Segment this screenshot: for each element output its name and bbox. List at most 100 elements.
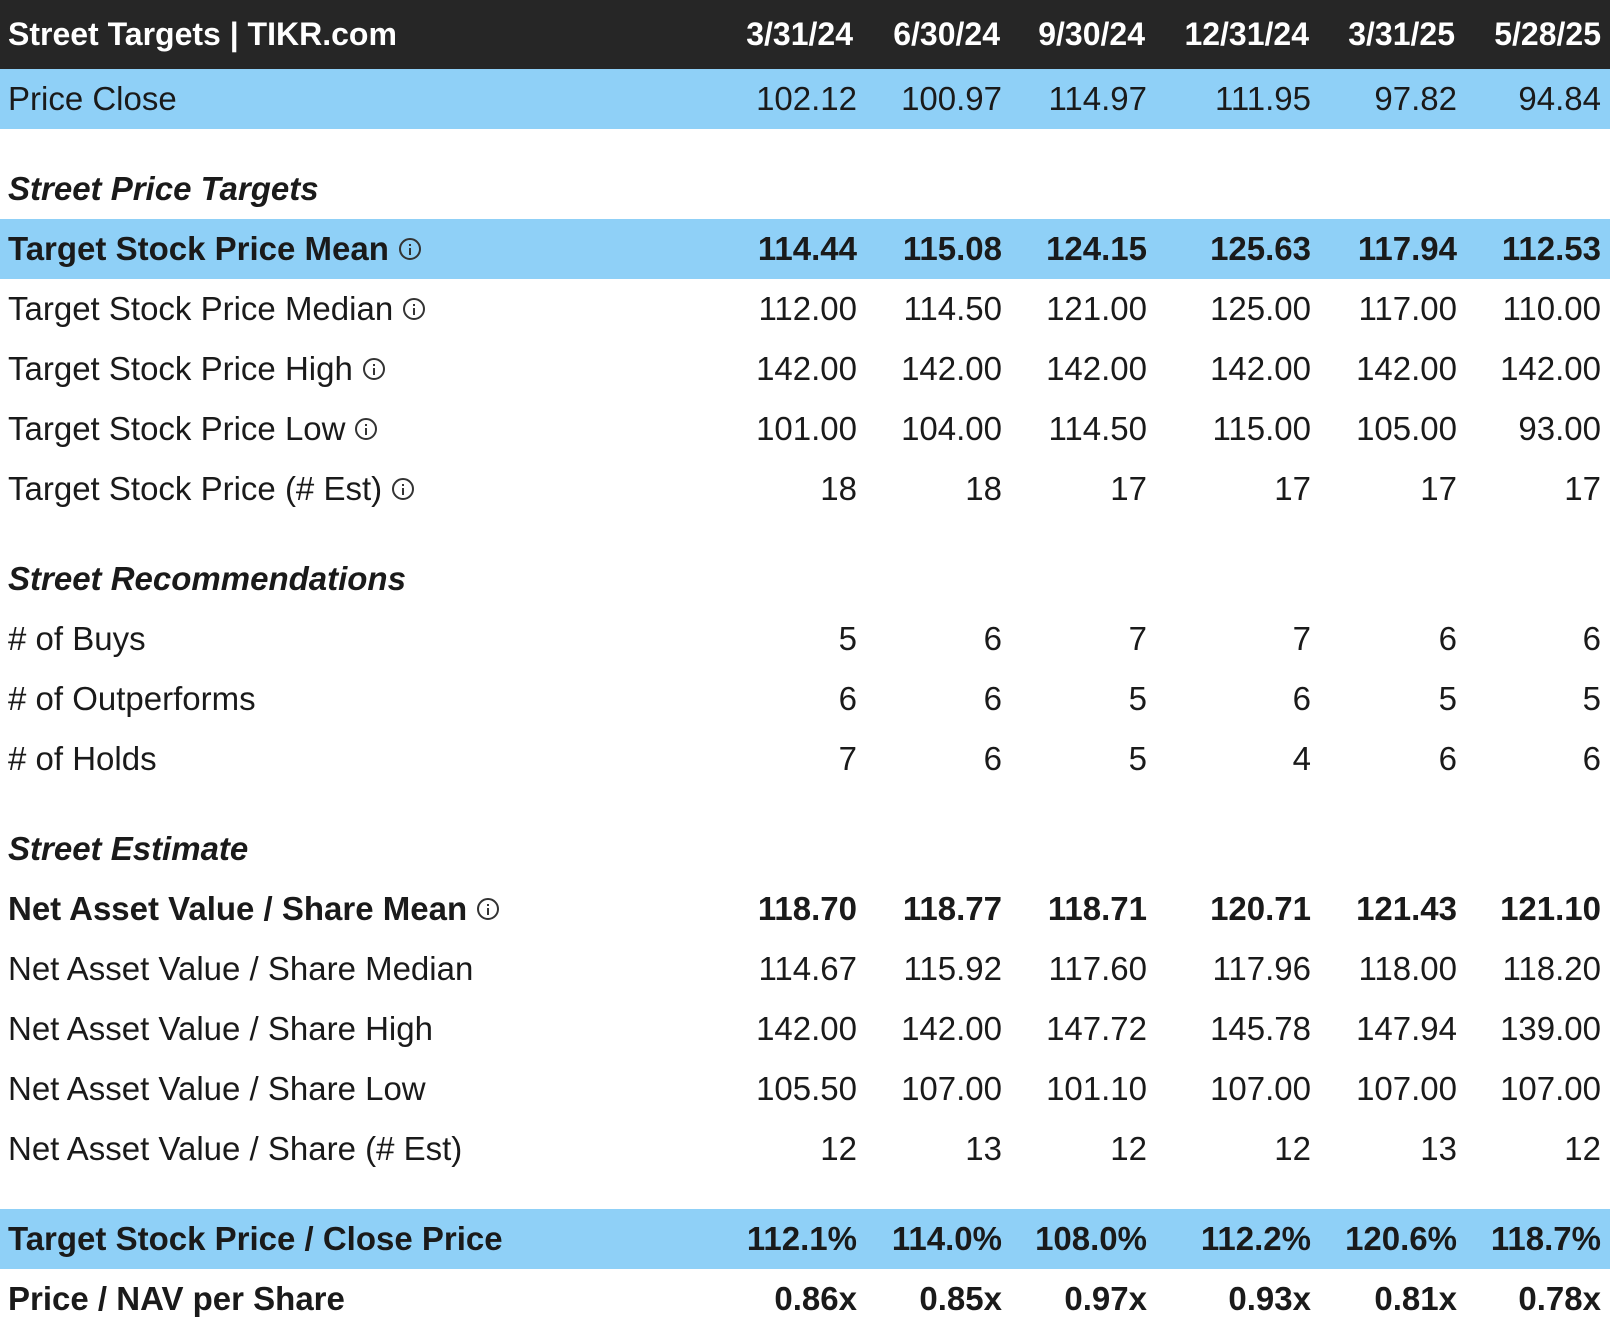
cell-value: 145.78: [1210, 1010, 1311, 1047]
info-icon[interactable]: [392, 478, 415, 501]
cell-value: 12: [1564, 1130, 1601, 1167]
cell-value: 112.2%: [1200, 1220, 1311, 1257]
table-row-nav-low: Net Asset Value / Share Low 105.50 107.0…: [0, 1059, 1610, 1119]
row-label: Target Stock Price / Close Price: [8, 1220, 503, 1257]
date-header: 6/30/24: [893, 16, 1000, 52]
date-header: 12/31/24: [1184, 16, 1309, 52]
cell-value: 6: [983, 740, 1002, 777]
cell-value: 6: [1438, 740, 1457, 777]
cell-value: 0.86x: [774, 1280, 857, 1317]
row-label: # of Holds: [8, 740, 157, 777]
cell-value: 100.97: [901, 80, 1002, 117]
cell-value: 102.12: [756, 80, 857, 117]
info-icon[interactable]: [362, 358, 385, 381]
cell-value: 118.7%: [1490, 1220, 1601, 1257]
date-header: 5/28/25: [1494, 16, 1601, 52]
cell-value: 5: [1582, 680, 1601, 717]
cell-value: 18: [965, 470, 1002, 507]
cell-value: 105.00: [1356, 410, 1457, 447]
cell-value: 17: [1564, 470, 1601, 507]
table-row-holds: # of Holds 7 6 5 4 6 6: [0, 729, 1610, 789]
table-row-target-low: Target Stock Price Low 101.00 104.00 114…: [0, 399, 1610, 459]
cell-value: 112.00: [758, 290, 857, 327]
cell-value: 111.95: [1214, 80, 1311, 117]
cell-value: 118.70: [757, 890, 857, 927]
row-label: Target Stock Price Mean: [0, 230, 702, 268]
cell-value: 112.1%: [746, 1220, 857, 1257]
cell-value: 12: [1274, 1130, 1311, 1167]
cell-value: 101.00: [756, 410, 857, 447]
cell-value: 117.60: [1048, 950, 1147, 987]
row-label-text: Target Stock Price High: [8, 350, 353, 387]
cell-value: 142.00: [756, 350, 857, 387]
cell-value: 5: [1128, 680, 1147, 717]
cell-value: 13: [1420, 1130, 1457, 1167]
cell-value: 115.00: [1212, 410, 1311, 447]
cell-value: 114.50: [1048, 410, 1147, 447]
cell-value: 121.00: [1046, 290, 1147, 327]
table-row-target-mean: Target Stock Price Mean 114.44 115.08 12…: [0, 219, 1610, 279]
row-label-text: Target Stock Price (# Est): [8, 470, 383, 507]
cell-value: 104.00: [901, 410, 1002, 447]
cell-value: 107.00: [1500, 1070, 1601, 1107]
row-label: Target Stock Price Median: [0, 290, 702, 328]
date-header: 3/31/25: [1348, 16, 1455, 52]
info-icon[interactable]: [398, 238, 421, 261]
street-targets-table: Street Targets | TIKR.com 3/31/24 6/30/2…: [0, 0, 1610, 1329]
cell-value: 107.00: [1356, 1070, 1457, 1107]
cell-value: 142.00: [1500, 350, 1601, 387]
info-icon[interactable]: [355, 418, 378, 441]
cell-value: 118.20: [1502, 950, 1601, 987]
cell-value: 142.00: [1210, 350, 1311, 387]
cell-value: 0.78x: [1518, 1280, 1601, 1317]
table-row-nav-high: Net Asset Value / Share High 142.00 142.…: [0, 999, 1610, 1059]
table-row-nav-est: Net Asset Value / Share (# Est) 12 13 12…: [0, 1119, 1610, 1179]
row-label: # of Outperforms: [8, 680, 256, 717]
table-row-outperforms: # of Outperforms 6 6 5 6 5 5: [0, 669, 1610, 729]
cell-value: 118.00: [1358, 950, 1457, 987]
cell-value: 7: [1292, 620, 1311, 657]
row-label: Price / NAV per Share: [8, 1280, 345, 1317]
info-icon[interactable]: [477, 898, 500, 921]
cell-value: 12: [1110, 1130, 1147, 1167]
cell-value: 114.0%: [891, 1220, 1002, 1257]
info-icon[interactable]: [403, 298, 426, 321]
cell-value: 120.71: [1210, 890, 1311, 927]
row-label: Net Asset Value / Share Mean: [0, 890, 702, 928]
cell-value: 5: [1438, 680, 1457, 717]
cell-value: 114.67: [758, 950, 857, 987]
cell-value: 97.82: [1374, 80, 1457, 117]
row-label: Target Stock Price Low: [0, 410, 702, 448]
row-label-text: Net Asset Value / Share Mean: [8, 890, 468, 927]
cell-value: 125.00: [1210, 290, 1311, 327]
cell-value: 7: [838, 740, 857, 777]
section-title-targets: Street Price Targets: [8, 170, 319, 207]
row-label: Target Stock Price High: [0, 350, 702, 388]
row-label-text: Target Stock Price Mean: [8, 230, 389, 267]
cell-value: 6: [1438, 620, 1457, 657]
cell-value: 142.00: [1046, 350, 1147, 387]
table-row-nav-median: Net Asset Value / Share Median 114.67 11…: [0, 939, 1610, 999]
cell-value: 124.15: [1046, 230, 1147, 267]
cell-value: 6: [1582, 740, 1601, 777]
cell-value: 115.92: [903, 950, 1002, 987]
cell-value: 6: [983, 620, 1002, 657]
section-title-estimate: Street Estimate: [8, 830, 249, 867]
cell-value: 7: [1128, 620, 1147, 657]
cell-value: 142.00: [1356, 350, 1457, 387]
section-heading: Street Estimate: [0, 819, 1610, 879]
cell-value: 117.96: [1212, 950, 1311, 987]
row-label: Net Asset Value / Share High: [8, 1010, 433, 1047]
cell-value: 120.6%: [1345, 1220, 1457, 1257]
section-heading: Street Price Targets: [0, 159, 1610, 219]
cell-value: 4: [1292, 740, 1311, 777]
table-row-price-nav: Price / NAV per Share 0.86x 0.85x 0.97x …: [0, 1269, 1610, 1329]
cell-value: 5: [1128, 740, 1147, 777]
cell-value: 6: [1292, 680, 1311, 717]
row-label: Price Close: [8, 80, 177, 117]
row-label-text: Target Stock Price Low: [8, 410, 346, 447]
cell-value: 139.00: [1500, 1010, 1601, 1047]
cell-value: 93.00: [1518, 410, 1601, 447]
